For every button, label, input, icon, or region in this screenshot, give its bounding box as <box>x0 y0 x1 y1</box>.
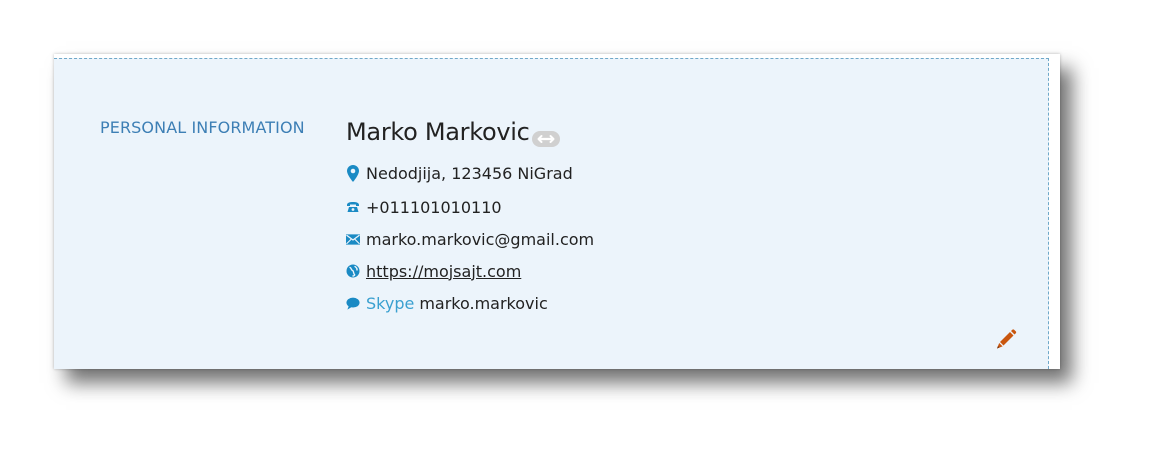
pencil-icon[interactable] <box>994 327 1018 351</box>
website-row: https://mojsajt.com <box>346 260 521 282</box>
map-marker-icon <box>346 164 360 182</box>
address-row: Nedodjija, 123456 NiGrad <box>346 162 573 184</box>
address-text: Nedodjija, 123456 NiGrad <box>366 163 573 183</box>
im-label: Skype <box>366 293 415 313</box>
globe-icon <box>346 263 360 279</box>
section-label: PERSONAL INFORMATION <box>100 118 305 137</box>
email-text: marko.markovic@gmail.com <box>366 229 595 249</box>
chat-bubble-icon <box>346 295 360 311</box>
phone-icon <box>346 199 360 215</box>
im-row: Skype marko.markovic <box>346 292 548 314</box>
link-icon[interactable] <box>532 131 560 147</box>
envelope-icon <box>346 231 360 247</box>
email-row: marko.markovic@gmail.com <box>346 228 594 250</box>
website-link[interactable]: https://mojsajt.com <box>366 262 521 281</box>
personal-info-panel: PERSONAL INFORMATION Marko Markovic Nedo… <box>54 58 1049 369</box>
personal-info-card: PERSONAL INFORMATION Marko Markovic Nedo… <box>54 54 1060 369</box>
person-name: Marko Markovic <box>346 118 530 146</box>
im-handle: marko.markovic <box>419 293 548 313</box>
phone-text: +011101010110 <box>366 197 502 217</box>
phone-row: +011101010110 <box>346 196 502 218</box>
